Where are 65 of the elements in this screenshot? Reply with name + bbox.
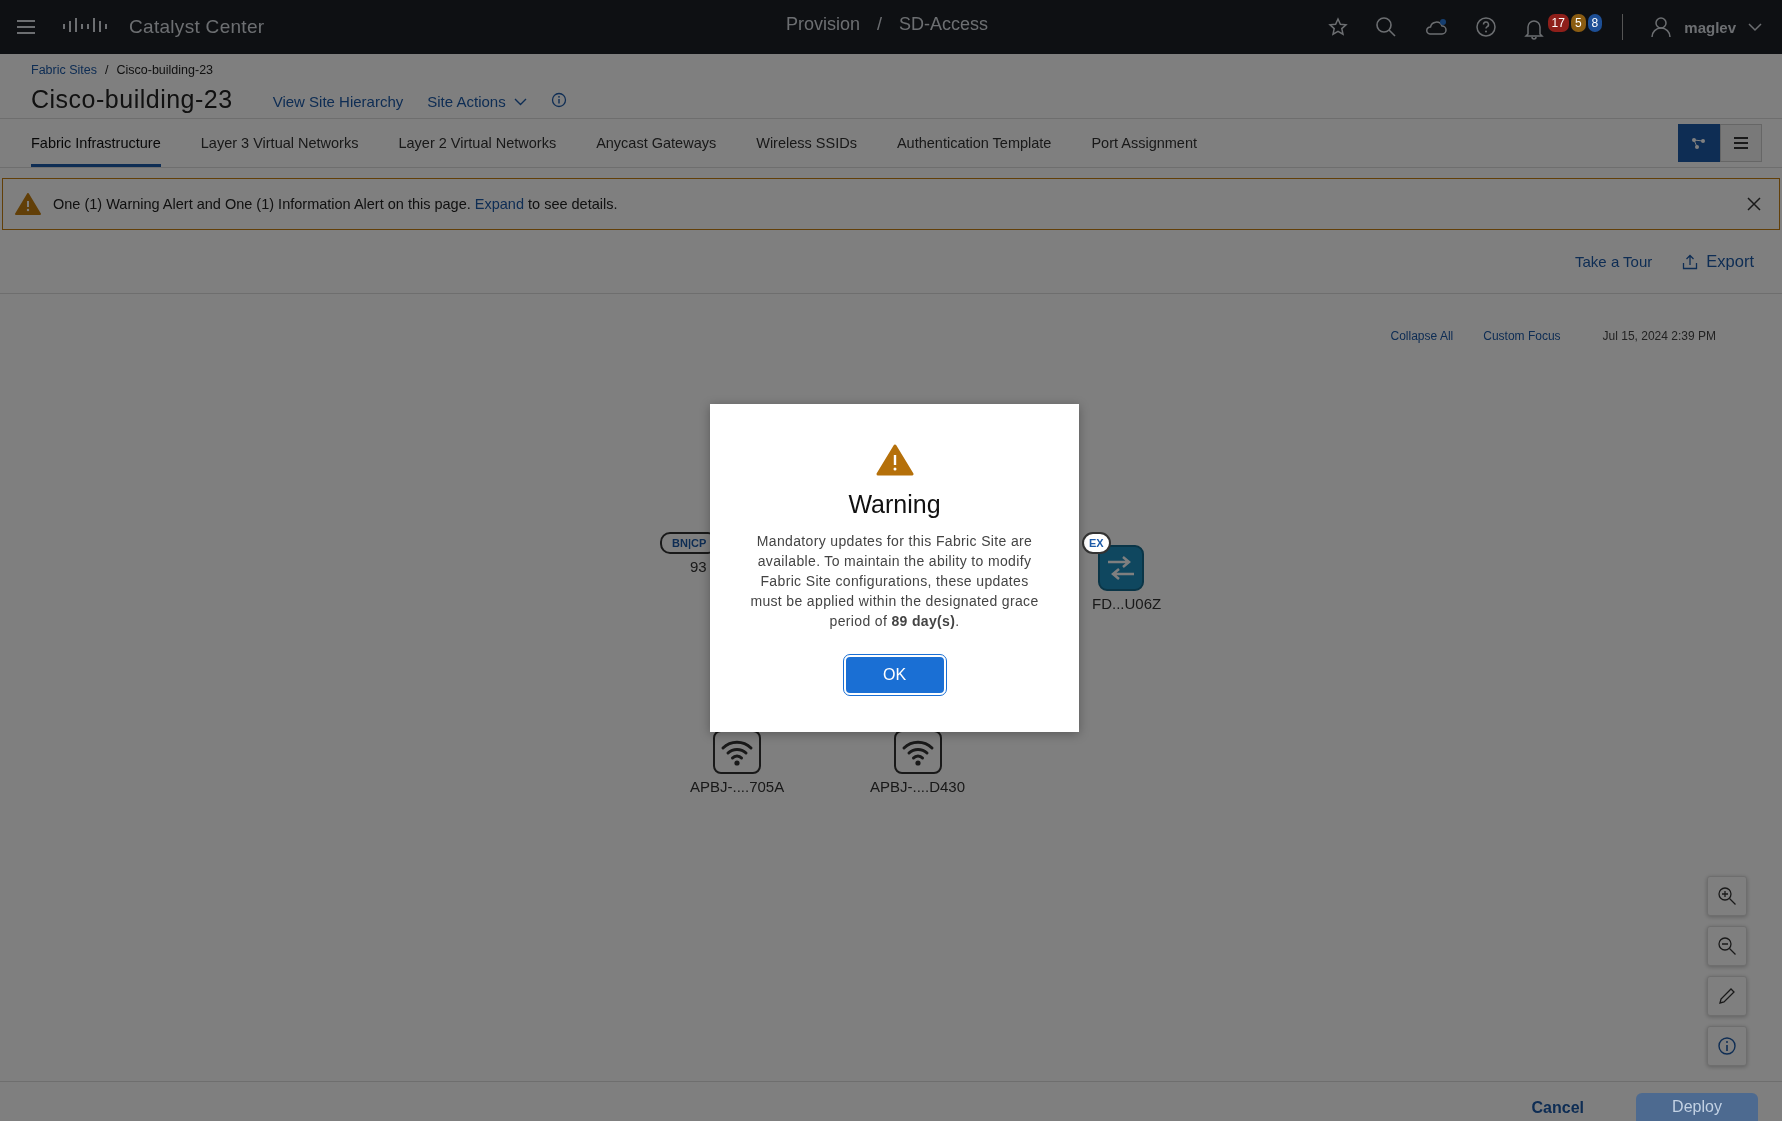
list-view-button[interactable] <box>1720 124 1762 162</box>
notification-count[interactable]: 5 <box>1570 14 1586 32</box>
user-icon[interactable] <box>1650 16 1673 38</box>
info-icon[interactable] <box>550 92 567 108</box>
tab[interactable]: Fabric Infrastructure <box>31 119 161 167</box>
close-icon[interactable] <box>1747 197 1761 211</box>
star-icon[interactable] <box>1327 17 1348 37</box>
custom-focus-link[interactable]: Custom Focus <box>1483 329 1561 343</box>
warning-icon <box>15 193 41 215</box>
wireless-access-point-icon[interactable] <box>713 730 762 774</box>
user-name[interactable]: maglev <box>1684 18 1736 36</box>
wireless-access-point-icon[interactable] <box>893 730 942 774</box>
path-separator: / <box>877 14 883 35</box>
export-button[interactable]: Export <box>1682 252 1754 271</box>
tab[interactable]: Layer 2 Virtual Networks <box>398 119 557 167</box>
notification-count[interactable]: 17 <box>1547 14 1569 32</box>
warning-icon <box>875 444 914 476</box>
bell-icon[interactable] <box>1523 18 1544 40</box>
breadcrumb-link[interactable]: Fabric Sites <box>31 63 97 77</box>
zoom-in-button[interactable] <box>1707 876 1747 916</box>
info-icon <box>1717 1036 1737 1056</box>
device-label[interactable]: FD...U06Z <box>1092 595 1162 612</box>
menu-icon[interactable] <box>16 19 36 35</box>
breadcrumb-current: Cisco-building-23 <box>116 63 214 77</box>
device-label[interactable]: 93 <box>690 558 707 575</box>
switch-icon[interactable] <box>1097 545 1144 591</box>
help-icon[interactable] <box>1474 16 1497 38</box>
edit-button[interactable] <box>1707 976 1747 1016</box>
upload-icon <box>1682 253 1699 270</box>
role-badge: EX <box>1082 532 1111 554</box>
tab[interactable]: Anycast Gateways <box>596 119 717 167</box>
tab[interactable]: Wireless SSIDs <box>756 119 857 167</box>
alert-message: One (1) Warning Alert and One (1) Information Alert on this page. Expand to see details. <box>53 196 618 212</box>
list-icon <box>1733 136 1749 150</box>
tab[interactable]: Layer 3 Virtual Networks <box>200 119 359 167</box>
take-a-tour-link[interactable]: Take a Tour <box>1575 253 1653 270</box>
site-actions-dropdown[interactable]: Site Actions <box>427 92 527 110</box>
app-name: Catalyst Center <box>129 16 265 38</box>
ok-button[interactable]: OK <box>843 655 946 695</box>
tab[interactable]: Authentication Template <box>896 119 1052 167</box>
breadcrumb-separator: / <box>105 63 109 77</box>
pencil-icon <box>1717 986 1737 1006</box>
tab[interactable]: Port Assignment <box>1091 119 1197 167</box>
topology-icon <box>1691 136 1707 150</box>
header-link[interactable]: View Site Hierarchy <box>272 92 404 110</box>
zoom-in-icon <box>1717 886 1737 906</box>
dialog-message: Mandatory updates for this Fabric Site are available. To maintain the ability to modify Fabric Site configurations, these updates must be applied within the designated grace period of 89 day(s). <box>749 532 1040 631</box>
zoom-out-button[interactable] <box>1707 926 1747 966</box>
cloud-icon[interactable] <box>1423 17 1448 37</box>
dialog-title: Warning <box>848 490 941 519</box>
expand-link[interactable]: Expand <box>474 196 524 212</box>
collapse-all-link[interactable]: Collapse All <box>1390 329 1454 343</box>
chevron-down-icon[interactable] <box>513 98 527 106</box>
info-button[interactable] <box>1707 1026 1747 1066</box>
cancel-button[interactable]: Cancel <box>1531 1099 1584 1117</box>
notification-count[interactable]: 8 <box>1587 14 1603 32</box>
topology-view-button[interactable] <box>1678 124 1720 162</box>
search-icon[interactable] <box>1374 16 1397 38</box>
timestamp: Jul 15, 2024 2:39 PM <box>1602 329 1716 343</box>
device-label[interactable]: APBJ-....D430 <box>870 778 966 795</box>
device-label[interactable]: APBJ-....705A <box>690 778 785 795</box>
zoom-out-icon <box>1717 936 1737 956</box>
nav-path-item[interactable]: Provision <box>786 14 861 35</box>
nav-path-item[interactable]: SD-Access <box>899 14 989 35</box>
page-title: Cisco-building-23 <box>31 84 233 114</box>
